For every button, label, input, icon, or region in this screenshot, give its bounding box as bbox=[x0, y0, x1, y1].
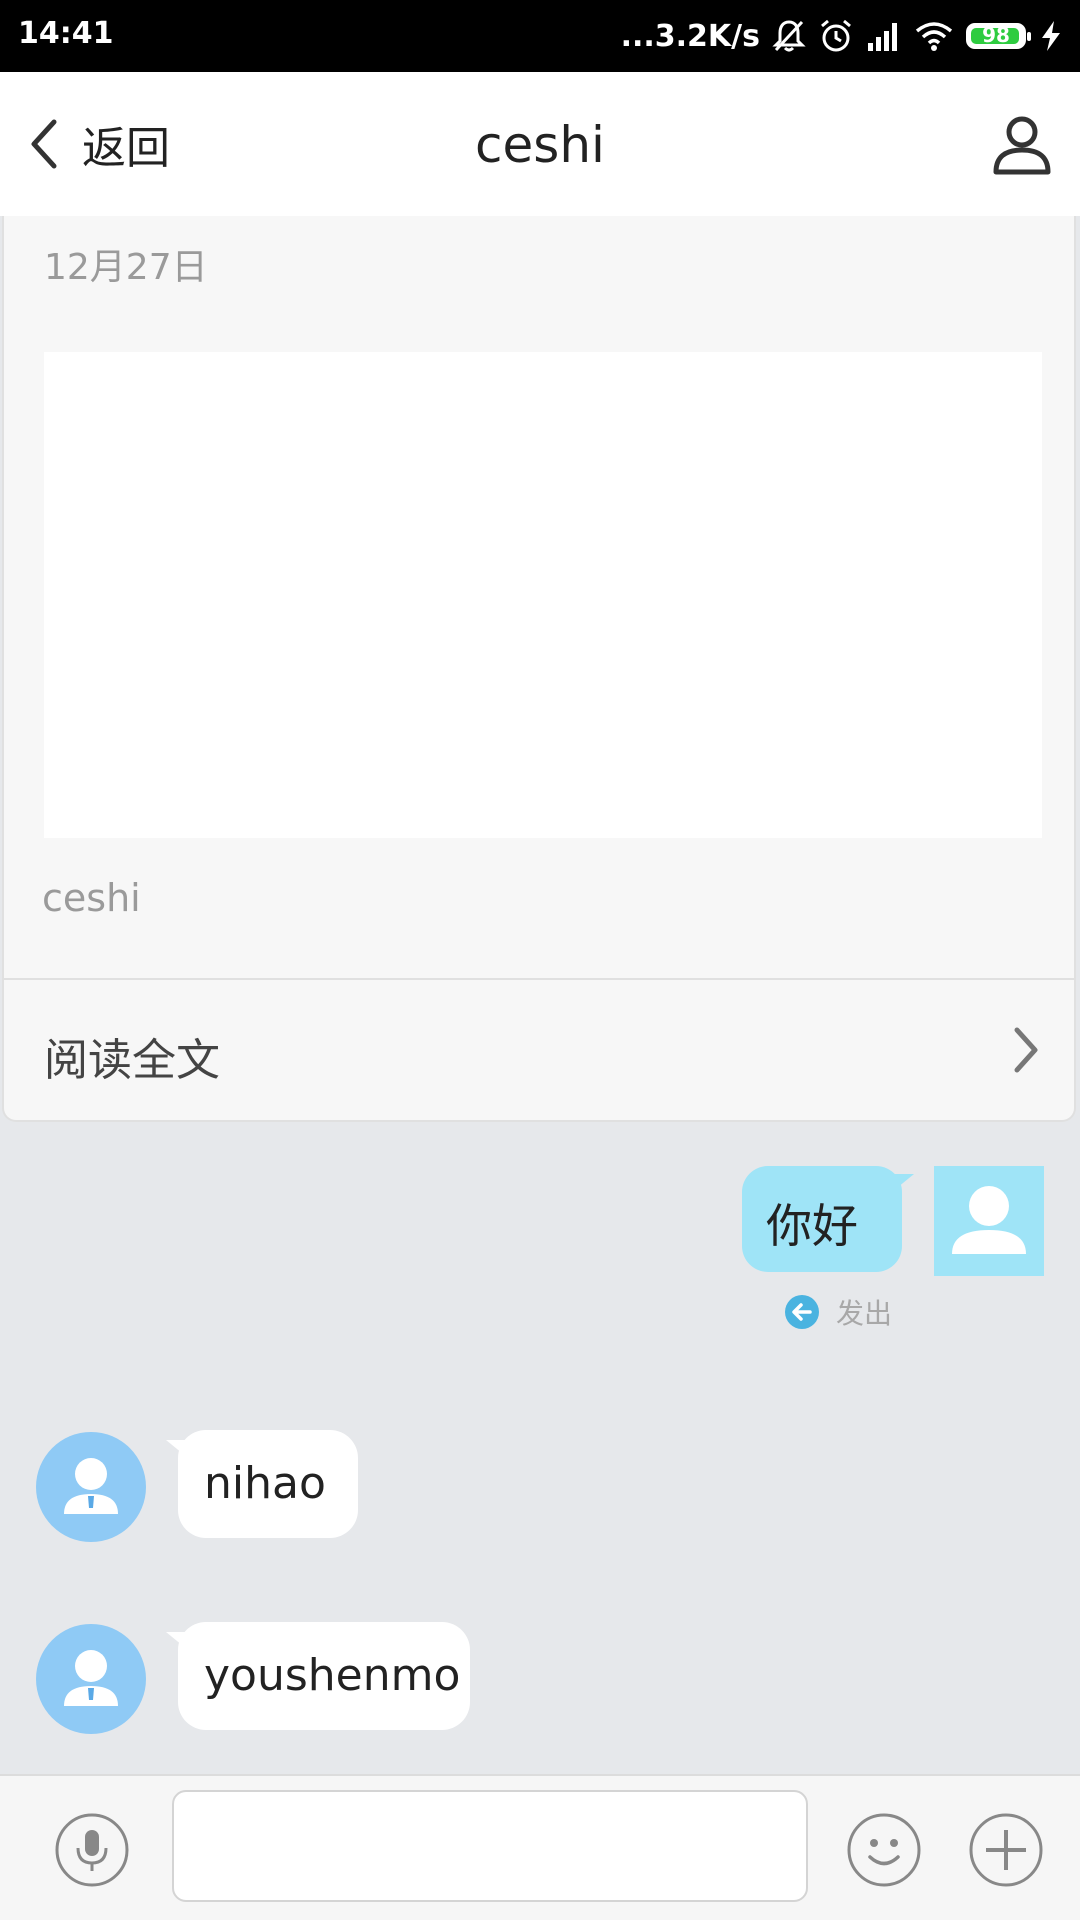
chevron-right-icon bbox=[1014, 1027, 1038, 1073]
status-time: 14:41 bbox=[18, 16, 114, 51]
page-title: ceshi bbox=[475, 116, 605, 174]
read-more-label: 阅读全文 bbox=[44, 1035, 220, 1086]
message-input[interactable] bbox=[172, 1790, 808, 1902]
user-icon bbox=[952, 1186, 1026, 1254]
voice-button[interactable] bbox=[54, 1812, 130, 1888]
message-bubble-outgoing[interactable]: 你好 bbox=[742, 1166, 914, 1272]
message-text: 你好 bbox=[766, 1199, 858, 1253]
network-speed: ...3.2K/s bbox=[620, 18, 760, 54]
profile-button[interactable] bbox=[990, 112, 1054, 176]
more-button[interactable] bbox=[968, 1812, 1044, 1888]
read-more-button[interactable]: 阅读全文 bbox=[4, 980, 1074, 1120]
message-status: 发出 bbox=[784, 1292, 892, 1332]
signal-icon bbox=[868, 23, 897, 51]
charging-icon bbox=[1042, 21, 1060, 51]
avatar-contact[interactable] bbox=[36, 1432, 146, 1542]
article-date: 12月27日 bbox=[44, 247, 208, 288]
status-bar: 14:41 ...3.2K/s 98 bbox=[0, 0, 1080, 72]
message-text: youshenmo bbox=[204, 1650, 461, 1701]
battery-icon: 98 bbox=[966, 23, 1031, 49]
mute-bell-icon bbox=[772, 20, 806, 52]
status-icons: ...3.2K/s 98 bbox=[621, 14, 1064, 58]
person-icon bbox=[993, 116, 1051, 175]
emoji-button[interactable] bbox=[846, 1812, 922, 1888]
wifi-icon bbox=[915, 22, 953, 51]
message-bubble-incoming[interactable]: youshenmo bbox=[166, 1622, 470, 1730]
user-icon bbox=[64, 1458, 118, 1514]
sent-arrow-icon bbox=[785, 1295, 819, 1329]
input-bar bbox=[0, 1774, 1080, 1920]
status-text: 发出 bbox=[836, 1297, 893, 1330]
article-card[interactable]: 12月27日 ceshi 阅读全文 bbox=[2, 216, 1076, 1122]
emoji-icon bbox=[847, 1813, 921, 1887]
header: 返回 ceshi bbox=[0, 72, 1080, 216]
battery-level: 98 bbox=[982, 23, 1010, 47]
avatar-contact[interactable] bbox=[36, 1624, 146, 1734]
plus-icon bbox=[969, 1813, 1043, 1887]
avatar-self[interactable] bbox=[934, 1166, 1044, 1276]
alarm-icon bbox=[821, 19, 851, 52]
user-icon bbox=[64, 1650, 118, 1706]
article-cover-image bbox=[44, 352, 1042, 838]
article-author: ceshi bbox=[42, 876, 141, 920]
message-bubble-incoming[interactable]: nihao bbox=[166, 1430, 358, 1538]
microphone-icon bbox=[55, 1813, 129, 1887]
message-text: nihao bbox=[204, 1458, 326, 1509]
